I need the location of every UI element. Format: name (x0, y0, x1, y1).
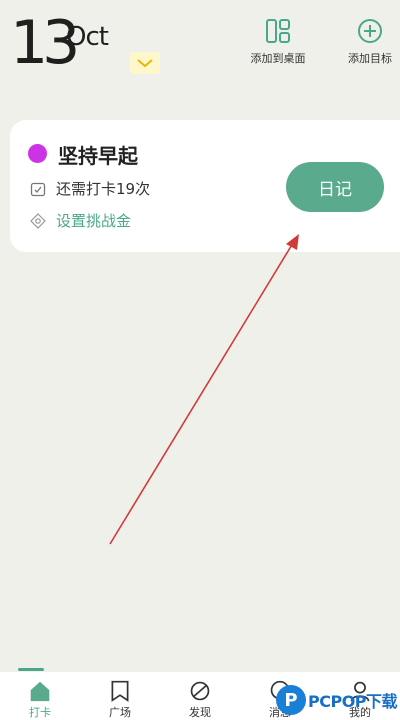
tab-discover-label: 发现 (189, 706, 211, 719)
active-tab-indicator (18, 668, 44, 671)
calendar-check-icon (30, 182, 46, 196)
habit-color-dot (28, 144, 47, 163)
pcpop-watermark: P PCPOP下载 (276, 682, 400, 718)
planet-icon (190, 681, 210, 701)
target-icon (30, 212, 46, 229)
date-dropdown-button[interactable] (130, 52, 160, 74)
top-actions: 添加到桌面 添加目标 (238, 18, 400, 66)
remaining-checkins-text: 还需打卡19次 (56, 180, 151, 198)
add-circle-icon (358, 19, 382, 43)
habit-card[interactable]: 坚持早起 还需打卡19次 设置挑战金 日记 (10, 120, 400, 252)
tab-discover[interactable]: 发现 (160, 672, 240, 720)
remaining-checkins-row: 还需打卡19次 (30, 178, 150, 199)
date-day: 13 (10, 8, 80, 78)
tab-checkin-label: 打卡 (29, 706, 51, 719)
tab-checkin[interactable]: 打卡 (0, 672, 80, 720)
diary-button[interactable]: 日记 (286, 162, 384, 212)
tab-square-label: 广场 (109, 706, 131, 719)
add-goal-label: 添加目标 (348, 52, 392, 65)
app-screen: 13 Oct 添加到桌面 添加目标 坚持早起 还需打卡19次 设置挑战金 日记 … (0, 0, 400, 720)
set-challenge-row[interactable]: 设置挑战金 (30, 210, 131, 231)
date-month: Oct (66, 22, 109, 52)
set-challenge-link[interactable]: 设置挑战金 (56, 210, 131, 231)
widget-grid-icon (266, 19, 290, 43)
add-goal-button[interactable]: 添加目标 (330, 18, 400, 66)
tab-square[interactable]: 广场 (80, 672, 160, 720)
watermark-text: PCPOP下载 (308, 692, 398, 711)
annotation-arrow (109, 234, 299, 545)
habit-title: 坚持早起 (58, 144, 138, 168)
add-to-desktop-button[interactable]: 添加到桌面 (238, 18, 318, 66)
add-to-desktop-label: 添加到桌面 (250, 52, 306, 65)
bookmark-icon (111, 680, 129, 702)
house-icon (30, 681, 50, 702)
watermark-logo-icon: P (276, 685, 306, 715)
chevron-down-icon (137, 58, 153, 67)
